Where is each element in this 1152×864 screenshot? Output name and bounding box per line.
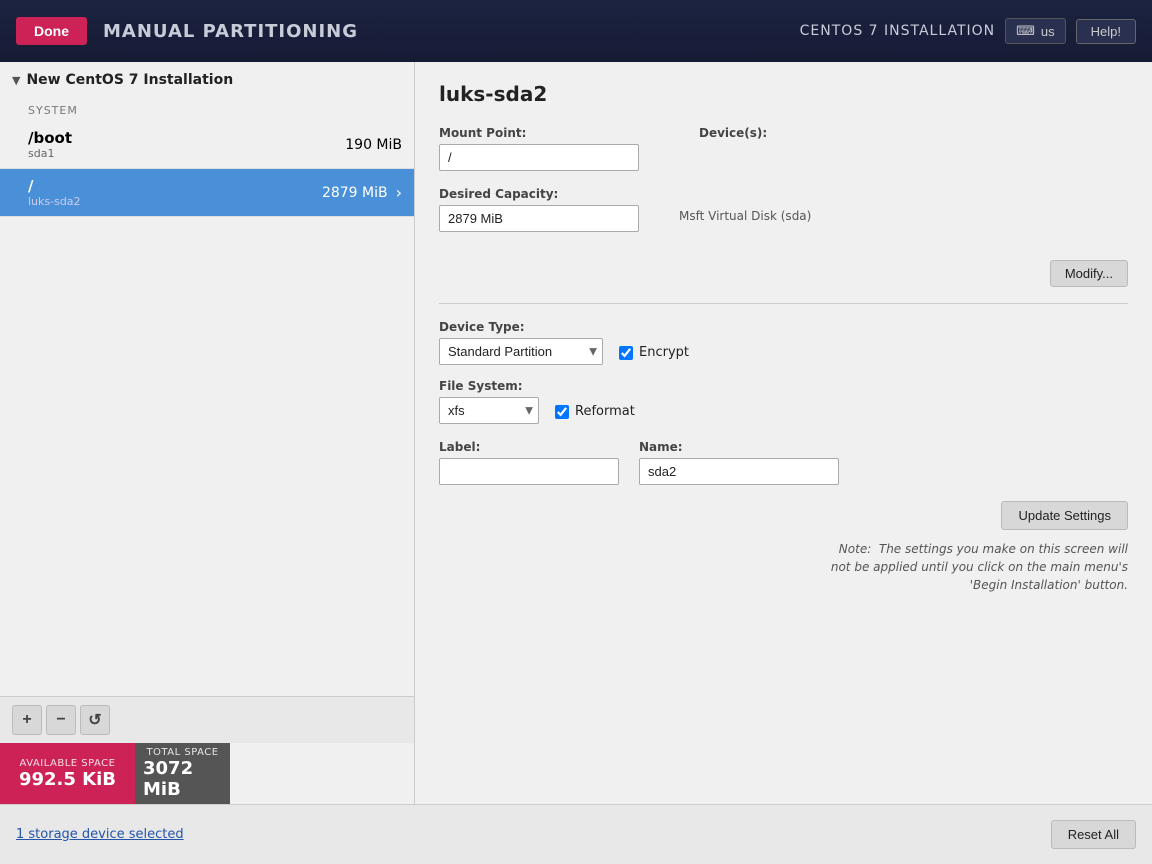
- name-group: Name:: [639, 440, 839, 485]
- partition-left: /boot sda1: [28, 129, 72, 160]
- update-settings-button[interactable]: Update Settings: [1001, 501, 1128, 530]
- partition-right: 190 MiB: [345, 137, 402, 153]
- note-text: Note: The settings you make on this scre…: [439, 540, 1128, 594]
- mount-devices-row: Mount Point: Device(s):: [439, 126, 1128, 171]
- left-content: ▼ New CentOS 7 Installation SYSTEM /boot…: [0, 62, 414, 696]
- mount-point-input[interactable]: [439, 144, 639, 171]
- encrypt-group: Encrypt: [619, 343, 689, 360]
- add-partition-button[interactable]: +: [12, 705, 42, 735]
- total-space-indicator: TOTAL SPACE 3072 MiB: [135, 743, 230, 804]
- capacity-device-row: Desired Capacity: Msft Virtual Disk (sda…: [439, 187, 1128, 232]
- installation-header[interactable]: ▼ New CentOS 7 Installation: [0, 62, 414, 98]
- partition-device: luks-sda2: [28, 195, 81, 208]
- device-name: Msft Virtual Disk (sda): [679, 209, 811, 223]
- partition-right: 2879 MiB ›: [322, 183, 402, 202]
- encrypt-checkbox[interactable]: [619, 346, 633, 360]
- arrow-right-icon: ›: [396, 183, 402, 202]
- name-label: Name:: [639, 440, 839, 454]
- partition-size: 2879 MiB: [322, 185, 388, 201]
- main-layout: ▼ New CentOS 7 Installation SYSTEM /boot…: [0, 62, 1152, 804]
- desired-capacity-group: Desired Capacity:: [439, 187, 639, 232]
- space-indicators: AVAILABLE SPACE 992.5 KiB TOTAL SPACE 30…: [0, 743, 414, 804]
- label-input[interactable]: [439, 458, 619, 485]
- file-system-select-wrapper: xfs ext4 ext3 ext2 vfat swap ▼: [439, 397, 539, 424]
- header: Done MANUAL PARTITIONING CENTOS 7 INSTAL…: [0, 0, 1152, 62]
- reset-all-button[interactable]: Reset All: [1051, 820, 1136, 849]
- keyboard-lang: us: [1041, 24, 1055, 39]
- refresh-button[interactable]: ↺: [80, 705, 110, 735]
- installation-title: New CentOS 7 Installation: [26, 72, 233, 88]
- desired-capacity-label: Desired Capacity:: [439, 187, 639, 201]
- partition-size: 190 MiB: [345, 137, 402, 153]
- partition-item[interactable]: /boot sda1 190 MiB: [0, 121, 414, 169]
- partition-mount: /boot: [28, 129, 72, 147]
- mount-point-group: Mount Point:: [439, 126, 639, 171]
- separator: [439, 303, 1128, 304]
- mount-point-label: Mount Point:: [439, 126, 639, 140]
- devices-section: Device(s):: [699, 126, 767, 144]
- name-input[interactable]: [639, 458, 839, 485]
- reformat-group: Reformat: [555, 402, 635, 419]
- total-space-value: 3072 MiB: [143, 758, 222, 800]
- partition-controls: + − ↺: [0, 696, 414, 743]
- reformat-checkbox[interactable]: [555, 405, 569, 419]
- partition-item-selected[interactable]: / luks-sda2 2879 MiB ›: [0, 169, 414, 217]
- chevron-down-icon: ▼: [12, 74, 20, 87]
- file-system-label: File System:: [439, 379, 1128, 393]
- encrypt-label[interactable]: Encrypt: [639, 345, 689, 360]
- available-space-indicator: AVAILABLE SPACE 992.5 KiB: [0, 743, 135, 804]
- modify-container: Modify...: [1050, 248, 1128, 287]
- label-name-row: Label: Name:: [439, 440, 1128, 485]
- label-group: Label:: [439, 440, 619, 485]
- desired-capacity-input[interactable]: [439, 205, 639, 232]
- total-space-label: TOTAL SPACE: [146, 747, 218, 758]
- partition-left: / luks-sda2: [28, 177, 81, 208]
- done-button[interactable]: Done: [16, 17, 87, 45]
- partition-heading: luks-sda2: [439, 82, 1128, 106]
- help-button[interactable]: Help!: [1076, 19, 1136, 44]
- reformat-label[interactable]: Reformat: [575, 404, 635, 419]
- partition-mount: /: [28, 177, 81, 195]
- storage-device-link[interactable]: 1 storage device selected: [16, 827, 184, 842]
- file-system-row: xfs ext4 ext3 ext2 vfat swap ▼ Reformat: [439, 397, 1128, 424]
- bottom-bar: 1 storage device selected Reset All: [0, 804, 1152, 864]
- left-panel: ▼ New CentOS 7 Installation SYSTEM /boot…: [0, 62, 415, 804]
- devices-label: Device(s):: [699, 126, 767, 140]
- device-type-select-wrapper: Standard Partition LVM LVM Thin Provisio…: [439, 338, 603, 365]
- remove-partition-button[interactable]: −: [46, 705, 76, 735]
- device-name-container: Msft Virtual Disk (sda): [679, 209, 811, 224]
- modify-row: Modify...: [439, 248, 1128, 287]
- partition-device: sda1: [28, 147, 72, 160]
- page-title: MANUAL PARTITIONING: [103, 21, 800, 42]
- device-type-section: Device Type: Standard Partition LVM LVM …: [439, 320, 1128, 365]
- device-type-row: Standard Partition LVM LVM Thin Provisio…: [439, 338, 1128, 365]
- file-system-select[interactable]: xfs ext4 ext3 ext2 vfat swap: [439, 397, 539, 424]
- system-label: SYSTEM: [0, 98, 414, 121]
- available-space-label: AVAILABLE SPACE: [20, 758, 116, 769]
- device-type-label: Device Type:: [439, 320, 1128, 334]
- install-title: CENTOS 7 INSTALLATION: [800, 23, 995, 39]
- keyboard-icon: ⌨: [1016, 23, 1035, 39]
- file-system-section: File System: xfs ext4 ext3 ext2 vfat swa…: [439, 379, 1128, 424]
- keyboard-button[interactable]: ⌨ us: [1005, 18, 1066, 44]
- header-right: CENTOS 7 INSTALLATION ⌨ us Help!: [800, 18, 1136, 44]
- right-panel: luks-sda2 Mount Point: Device(s): Desire…: [415, 62, 1152, 804]
- available-space-value: 992.5 KiB: [19, 769, 116, 790]
- device-type-select[interactable]: Standard Partition LVM LVM Thin Provisio…: [439, 338, 603, 365]
- modify-button[interactable]: Modify...: [1050, 260, 1128, 287]
- label-label: Label:: [439, 440, 619, 454]
- update-settings-row: Update Settings: [439, 501, 1128, 530]
